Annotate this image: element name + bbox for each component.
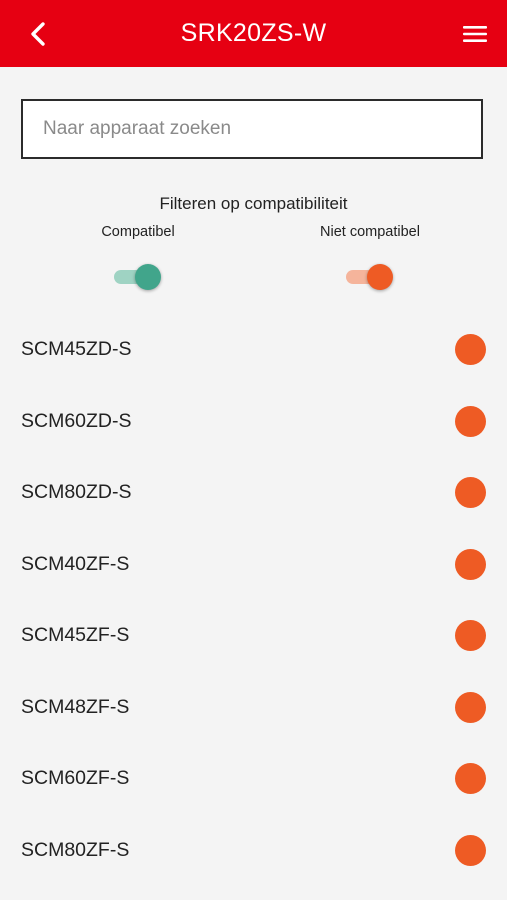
compatibility-status-dot bbox=[455, 334, 486, 366]
incompatible-label: Niet compatibel bbox=[320, 224, 420, 240]
device-list: SCM45ZD-S SCM60ZD-S SCM80ZD-S SCM40ZF-S SCM4… bbox=[0, 314, 507, 886]
device-row[interactable]: SCM40ZF-S bbox=[0, 529, 507, 601]
filter-compatible: Compatibel bbox=[58, 224, 218, 292]
compatibility-status-dot bbox=[455, 620, 486, 652]
device-name: SCM60ZD-S bbox=[21, 409, 132, 432]
chevron-left-icon bbox=[31, 22, 45, 46]
compatibility-status-dot bbox=[455, 763, 486, 795]
compatibility-status-dot bbox=[455, 691, 486, 723]
device-name: SCM45ZD-S bbox=[21, 338, 132, 361]
incompatible-toggle-knob bbox=[367, 264, 393, 290]
device-row[interactable]: SCM45ZD-S bbox=[0, 314, 507, 386]
hamburger-menu-icon bbox=[463, 26, 487, 42]
compatible-toggle-knob bbox=[135, 264, 161, 290]
compatible-label: Compatibel bbox=[101, 224, 175, 240]
compatible-toggle[interactable] bbox=[114, 262, 162, 292]
device-row[interactable]: SCM80ZD-S bbox=[0, 457, 507, 529]
menu-button[interactable] bbox=[457, 16, 493, 52]
back-button[interactable] bbox=[20, 16, 56, 52]
device-name: SCM80ZD-S bbox=[21, 481, 132, 504]
compatibility-status-dot bbox=[455, 405, 486, 437]
compatibility-status-dot bbox=[455, 834, 486, 866]
device-row[interactable]: SCM48ZF-S bbox=[0, 672, 507, 744]
app-header: SRK20ZS-W bbox=[0, 0, 507, 67]
incompatible-toggle[interactable] bbox=[346, 262, 394, 292]
device-name: SCM45ZF-S bbox=[21, 624, 130, 647]
filter-title: Filteren op compatibiliteit bbox=[159, 194, 348, 213]
device-row[interactable]: SCM60ZD-S bbox=[0, 386, 507, 458]
device-row[interactable]: SCM80ZF-S bbox=[0, 815, 507, 887]
device-row[interactable]: SCM45ZF-S bbox=[0, 600, 507, 672]
compatibility-status-dot bbox=[455, 477, 486, 509]
device-name: SCM40ZF-S bbox=[21, 552, 130, 575]
device-row[interactable]: SCM60ZF-S bbox=[0, 743, 507, 815]
device-name: SCM80ZF-S bbox=[21, 838, 130, 861]
device-name: SCM48ZF-S bbox=[21, 695, 130, 718]
page-title: SRK20ZS-W bbox=[180, 19, 327, 47]
search-box bbox=[21, 99, 483, 159]
compatibility-status-dot bbox=[455, 548, 486, 580]
filter-incompatible: Niet compatibel bbox=[290, 224, 450, 292]
search-input[interactable] bbox=[23, 101, 481, 157]
device-name: SCM60ZF-S bbox=[21, 767, 130, 790]
